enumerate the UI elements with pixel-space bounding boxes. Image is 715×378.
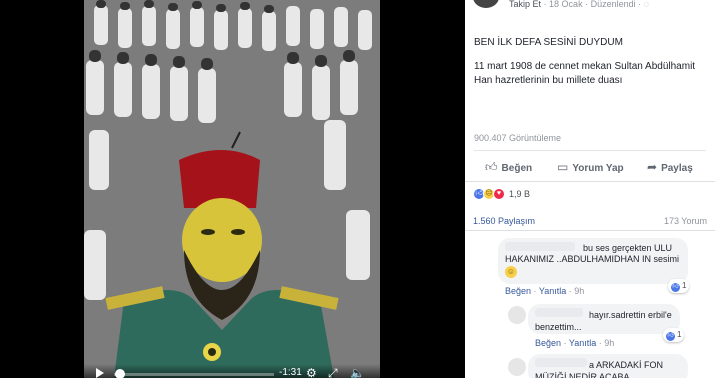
- shares-link[interactable]: 1.560 Paylaşım: [473, 216, 535, 226]
- comment-likes-count: 1: [682, 281, 687, 290]
- comment-text: a ARKADAKİ FON MÜZİĞİ NEDİR ACABA: [535, 359, 681, 378]
- comment-reply-link[interactable]: Yanıtla: [569, 338, 596, 348]
- post-title: BEN İLK DEFA SESİNİ DUYDUM: [474, 37, 623, 48]
- comment-like-link[interactable]: Beğen: [505, 286, 531, 296]
- video-player[interactable]: [84, 0, 380, 378]
- page-avatar[interactable]: [473, 0, 499, 8]
- facebook-video-post-viewer: -1:31 ⚙ ⤢ 🔈 Takip Et · 18 Ocak · Düzenle…: [0, 0, 715, 378]
- like-reaction-icon: 👍︎: [666, 332, 675, 341]
- video-frame-image: [84, 0, 380, 378]
- post-date[interactable]: 18 Ocak: [549, 0, 583, 9]
- meta-separator: ·: [543, 0, 547, 9]
- comment-body: hayır.sadrettin erbil'e benzettim...: [535, 310, 672, 332]
- smile-emoji-icon: ☺: [505, 266, 517, 278]
- follow-link[interactable]: Takip Et: [509, 0, 541, 9]
- like-reaction-icon: 👍︎: [671, 283, 680, 292]
- reactions-count: 1,9 B: [509, 189, 531, 199]
- comment-label: Yorum Yap: [572, 163, 624, 174]
- comment-body: bu ses gerçekten ULU HAKANIMIZ ..ABDULHA…: [505, 243, 680, 264]
- comment-time[interactable]: 9h: [604, 338, 614, 348]
- comment-text: hayır.sadrettin erbil'e benzettim...: [535, 309, 681, 333]
- comment-body: a ARKADAKİ FON MÜZİĞİ NEDİR ACABA: [535, 360, 664, 378]
- play-icon[interactable]: [96, 368, 104, 378]
- fullscreen-icon[interactable]: ⤢: [328, 366, 338, 378]
- meta-separator: ·: [585, 0, 589, 9]
- progress-bar[interactable]: [114, 373, 274, 376]
- meta-separator: ·: [638, 0, 642, 9]
- comment-reply-link[interactable]: Yanıtla: [539, 286, 566, 296]
- comment-likes-badge[interactable]: 👍︎ 1: [663, 328, 685, 342]
- avatar[interactable]: [508, 306, 526, 324]
- thumbs-up-icon: 👍︎: [485, 160, 498, 174]
- love-reaction-icon: ♥: [493, 188, 505, 200]
- share-button[interactable]: ➦ Paylaş: [647, 160, 693, 174]
- share-icon: ➦: [647, 160, 658, 174]
- time-remaining: -1:31: [279, 367, 302, 378]
- divider: [465, 230, 715, 231]
- progress-handle[interactable]: [115, 369, 126, 378]
- comment-text: bu ses gerçekten ULU HAKANIMIZ ..ABDULHA…: [505, 243, 685, 265]
- divider: [474, 150, 706, 151]
- post-meta: Takip Et · 18 Ocak · Düzenlendi · ◌: [509, 0, 649, 9]
- comment-button[interactable]: ▭ Yorum Yap: [557, 160, 624, 174]
- share-label: Paylaş: [661, 163, 693, 174]
- comment-likes-badge[interactable]: 👍︎ 1: [668, 279, 690, 293]
- comment-likes-count: 1: [677, 330, 682, 339]
- comment-meta: Beğen · Yanıtla · 9h: [505, 286, 585, 296]
- view-count: 900.407 Görüntüleme: [474, 133, 562, 143]
- post-actions: 👍︎ Beğen ▭ Yorum Yap ➦ Paylaş: [465, 156, 715, 178]
- comment-time[interactable]: 9h: [574, 286, 584, 296]
- comment-meta: Beğen · Yanıtla · 9h: [535, 338, 615, 348]
- settings-icon[interactable]: ⚙: [306, 366, 317, 378]
- post-body: 11 mart 1908 de cennet mekan Sultan Abdü…: [474, 61, 696, 86]
- volume-icon[interactable]: 🔈: [350, 366, 365, 378]
- comments-count[interactable]: 173 Yorum: [664, 216, 707, 226]
- post-header: Takip Et · 18 Ocak · Düzenlendi · ◌: [465, 0, 715, 12]
- like-button[interactable]: 👍︎ Beğen: [485, 160, 532, 175]
- comment-icon: ▭: [557, 160, 569, 174]
- avatar[interactable]: [508, 358, 526, 376]
- divider: [465, 181, 715, 182]
- video-backdrop: -1:31 ⚙ ⤢ 🔈: [0, 0, 465, 378]
- video-controls: -1:31 ⚙ ⤢ 🔈: [84, 364, 380, 378]
- post-panel: Takip Et · 18 Ocak · Düzenlendi · ◌ BEN …: [465, 0, 715, 378]
- edited-label[interactable]: Düzenlendi: [591, 0, 636, 9]
- comment-like-link[interactable]: Beğen: [535, 338, 561, 348]
- like-label: Beğen: [501, 163, 533, 174]
- globe-icon: ◌: [643, 0, 650, 9]
